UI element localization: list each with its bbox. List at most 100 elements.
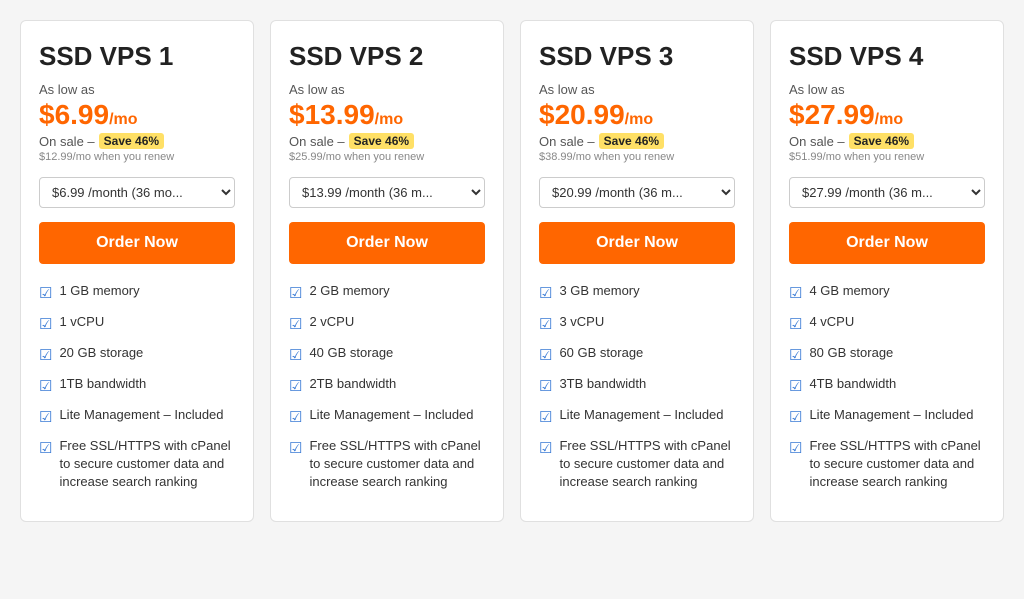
feature-text: 1TB bandwidth bbox=[59, 375, 146, 393]
plan-price: $20.99/mo bbox=[539, 99, 735, 131]
plan-price: $13.99/mo bbox=[289, 99, 485, 131]
feature-item: ☑20 GB storage bbox=[39, 344, 235, 366]
feature-item: ☑60 GB storage bbox=[539, 344, 735, 366]
as-low-as-label: As low as bbox=[289, 82, 485, 97]
feature-item: ☑1 GB memory bbox=[39, 282, 235, 304]
plan-title: SSD VPS 3 bbox=[539, 41, 735, 72]
checkmark-icon: ☑ bbox=[289, 283, 302, 304]
checkmark-icon: ☑ bbox=[289, 376, 302, 397]
feature-text: Free SSL/HTTPS with cPanel to secure cus… bbox=[559, 437, 735, 492]
sale-text: On sale – bbox=[39, 134, 95, 149]
feature-text: Lite Management – Included bbox=[309, 406, 473, 424]
features-list: ☑4 GB memory☑4 vCPU☑80 GB storage☑4TB ba… bbox=[789, 282, 985, 492]
feature-text: 60 GB storage bbox=[559, 344, 643, 362]
checkmark-icon: ☑ bbox=[539, 283, 552, 304]
checkmark-icon: ☑ bbox=[289, 438, 302, 459]
feature-text: Free SSL/HTTPS with cPanel to secure cus… bbox=[809, 437, 985, 492]
feature-text: 40 GB storage bbox=[309, 344, 393, 362]
feature-text: Lite Management – Included bbox=[809, 406, 973, 424]
as-low-as-label: As low as bbox=[39, 82, 235, 97]
feature-text: 3 GB memory bbox=[559, 282, 639, 300]
checkmark-icon: ☑ bbox=[39, 314, 52, 335]
checkmark-icon: ☑ bbox=[39, 407, 52, 428]
checkmark-icon: ☑ bbox=[539, 438, 552, 459]
feature-item: ☑Lite Management – Included bbox=[39, 406, 235, 428]
feature-text: 4 vCPU bbox=[809, 313, 854, 331]
features-list: ☑1 GB memory☑1 vCPU☑20 GB storage☑1TB ba… bbox=[39, 282, 235, 492]
sale-text: On sale – bbox=[539, 134, 595, 149]
checkmark-icon: ☑ bbox=[539, 376, 552, 397]
order-now-button[interactable]: Order Now bbox=[39, 222, 235, 264]
plan-card-vps4: SSD VPS 4 As low as $27.99/mo On sale – Sav… bbox=[770, 20, 1004, 522]
checkmark-icon: ☑ bbox=[789, 314, 802, 335]
feature-text: Free SSL/HTTPS with cPanel to secure cus… bbox=[309, 437, 485, 492]
feature-item: ☑ 40 GB storage bbox=[289, 344, 485, 366]
feature-text: Free SSL/HTTPS with cPanel to secure cus… bbox=[59, 437, 235, 492]
feature-text: 2 vCPU bbox=[309, 313, 354, 331]
checkmark-icon: ☑ bbox=[789, 407, 802, 428]
plan-card-vps1: SSD VPS 1As low as$6.99/moOn sale – Save… bbox=[20, 20, 254, 522]
feature-item: ☑ Free SSL/HTTPS with cPanel to secure cu… bbox=[789, 437, 985, 492]
feature-text: 4TB bandwidth bbox=[809, 375, 896, 393]
sale-line: On sale – Save 46% bbox=[539, 133, 735, 149]
plan-term-select[interactable]: $13.99 /month (36 m... bbox=[289, 177, 485, 208]
feature-item: ☑ Lite Management – Included bbox=[539, 406, 735, 428]
feature-text: 3TB bandwidth bbox=[559, 375, 646, 393]
feature-text: 1 vCPU bbox=[59, 313, 104, 331]
plan-title: SSD VPS 2 bbox=[289, 41, 485, 72]
feature-item: ☑ Lite Management – Included bbox=[789, 406, 985, 428]
checkmark-icon: ☑ bbox=[289, 314, 302, 335]
renew-price: $25.99/mo when you renew bbox=[289, 151, 485, 163]
as-low-as-label: As low as bbox=[539, 82, 735, 97]
checkmark-icon: ☑ bbox=[789, 438, 802, 459]
feature-item: ☑2TB bandwidth bbox=[289, 375, 485, 397]
feature-item: ☑ Free SSL/HTTPS with cPanel to secure cu… bbox=[539, 437, 735, 492]
feature-item: ☑3 vCPU bbox=[539, 313, 735, 335]
checkmark-icon: ☑ bbox=[39, 283, 52, 304]
order-now-button[interactable]: Order Now bbox=[289, 222, 485, 264]
feature-item: ☑1TB bandwidth bbox=[39, 375, 235, 397]
checkmark-icon: ☑ bbox=[789, 283, 802, 304]
plan-term-select[interactable]: $27.99 /month (36 m... bbox=[789, 177, 985, 208]
sale-text: On sale – bbox=[289, 134, 345, 149]
feature-text: 4 GB memory bbox=[809, 282, 889, 300]
sale-text: On sale – bbox=[789, 134, 845, 149]
feature-text: 2 GB memory bbox=[309, 282, 389, 300]
feature-item: ☑ 3TB bandwidth bbox=[539, 375, 735, 397]
features-list: ☑3 GB memory☑3 vCPU☑60 GB storage☑3TB ba… bbox=[539, 282, 735, 492]
feature-text: 80 GB storage bbox=[809, 344, 893, 362]
plan-price: $6.99/mo bbox=[39, 99, 235, 131]
feature-item: ☑ 2 GB memory bbox=[289, 282, 485, 304]
sale-line: On sale – Save 46% bbox=[289, 133, 485, 149]
feature-item: ☑ 3 GB memory bbox=[539, 282, 735, 304]
feature-item: ☑ 4 vCPU bbox=[789, 313, 985, 335]
checkmark-icon: ☑ bbox=[289, 345, 302, 366]
feature-item: ☑Free SSL/HTTPS with cPanel to secure cu… bbox=[39, 437, 235, 492]
feature-item: ☑ Free SSL/HTTPS with cPanel to secure cu… bbox=[289, 437, 485, 492]
save-badge: Save 46% bbox=[849, 133, 914, 149]
sale-line: On sale – Save 46% bbox=[789, 133, 985, 149]
feature-item: ☑4TB bandwidth bbox=[789, 375, 985, 397]
order-now-button[interactable]: Order Now bbox=[539, 222, 735, 264]
plan-term-select[interactable]: $6.99 /month (36 mo... bbox=[39, 177, 235, 208]
save-badge: Save 46% bbox=[99, 133, 164, 149]
plan-title: SSD VPS 4 bbox=[789, 41, 985, 72]
plan-card-vps2: SSD VPS 2 As low as $13.99/mo On sale – Sav… bbox=[270, 20, 504, 522]
as-low-as-label: As low as bbox=[789, 82, 985, 97]
checkmark-icon: ☑ bbox=[39, 345, 52, 366]
plan-price: $27.99/mo bbox=[789, 99, 985, 131]
plan-card-vps3: SSD VPS 3 As low as $20.99/mo On sale – Sav… bbox=[520, 20, 754, 522]
checkmark-icon: ☑ bbox=[539, 314, 552, 335]
feature-text: Lite Management – Included bbox=[559, 406, 723, 424]
save-badge: Save 46% bbox=[599, 133, 664, 149]
features-list: ☑ 2 GB memory ☑ 2 vCPU ☑ 40 GB storage ☑2TB ba… bbox=[289, 282, 485, 492]
order-now-button[interactable]: Order Now bbox=[789, 222, 985, 264]
renew-price: $51.99/mo when you renew bbox=[789, 151, 985, 163]
checkmark-icon: ☑ bbox=[539, 407, 552, 428]
feature-item: ☑ 1 vCPU bbox=[39, 313, 235, 335]
sale-line: On sale – Save 46% bbox=[39, 133, 235, 149]
plans-container: SSD VPS 1As low as$6.99/moOn sale – Save… bbox=[20, 20, 1004, 522]
renew-price: $38.99/mo when you renew bbox=[539, 151, 735, 163]
feature-item: ☑ 2 vCPU bbox=[289, 313, 485, 335]
plan-term-select[interactable]: $20.99 /month (36 m... bbox=[539, 177, 735, 208]
